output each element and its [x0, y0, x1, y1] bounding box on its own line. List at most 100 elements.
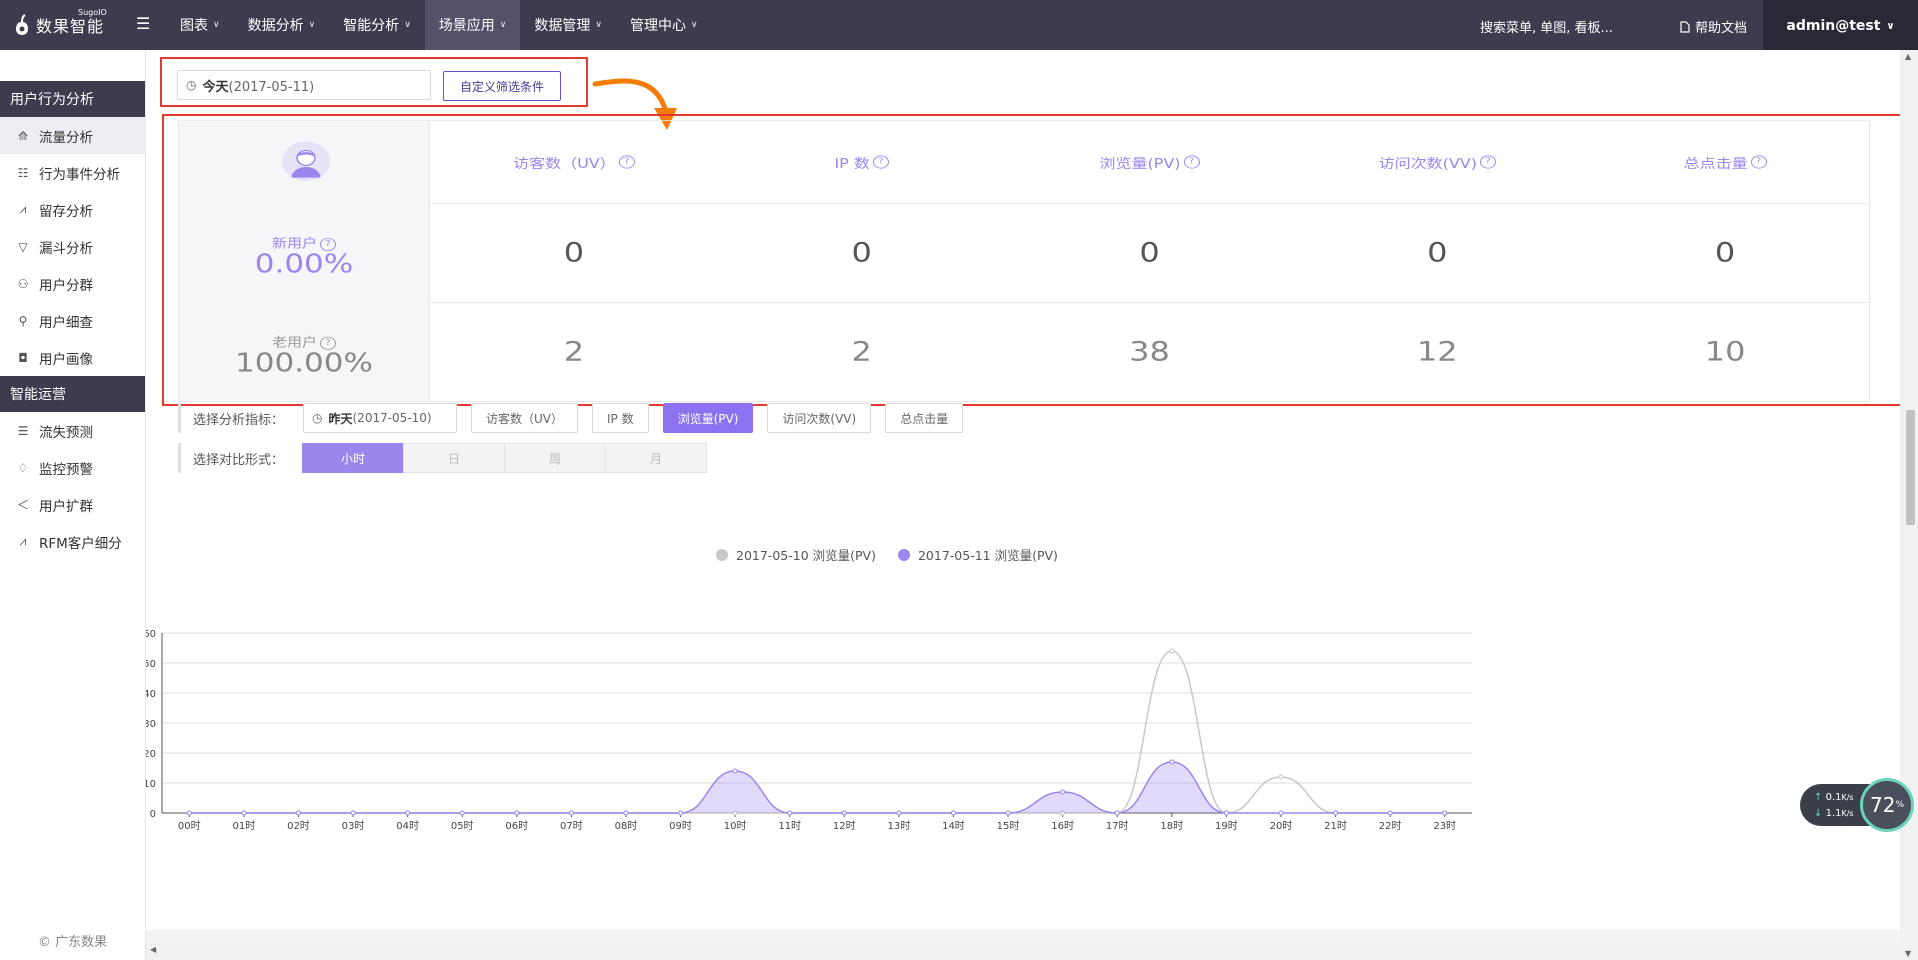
help-docs-link[interactable]: 帮助文档 — [1680, 17, 1747, 36]
chevron-down-icon: ∨ — [308, 20, 316, 30]
data-point — [1278, 774, 1284, 780]
nav-item[interactable]: 管理中心 ∨ — [616, 0, 712, 50]
sidebar-item[interactable]: ☰ 流失预测 — [0, 412, 145, 449]
download-speed: ↓ 1.1K/s — [1814, 808, 1854, 819]
pv-line-chart: 0 10 20 30 40 50 60 00时 01时 02时 03时 04时 05时 06时 07时 08时… — [146, 629, 1472, 832]
x-tick-label: 13时 — [888, 820, 911, 832]
cpu-gauge: 72% — [1860, 778, 1914, 832]
help-icon[interactable]: ? — [1183, 155, 1200, 169]
compare-option[interactable]: 日 — [403, 443, 505, 473]
date-value: (2017-05-11) — [228, 79, 315, 95]
x-tick-label: 14时 — [942, 820, 965, 832]
search-menu-link[interactable]: 搜索菜单, 单图, 看板... — [1480, 17, 1613, 36]
metric-selector-label: 选择分析指标： — [193, 412, 285, 428]
horizontal-scrollbar[interactable]: ◀ — [146, 942, 1900, 960]
scroll-left-icon[interactable]: ◀ — [150, 945, 156, 954]
x-tick-label: 16时 — [1051, 820, 1074, 832]
clock-icon: ◷ — [312, 411, 323, 425]
help-icon[interactable]: ? — [872, 155, 889, 169]
x-tick-label: 03时 — [342, 820, 365, 832]
stat-column-header: 总点击量? — [1581, 121, 1869, 205]
new-user-stat-value: 0 — [1714, 237, 1736, 269]
data-point — [1060, 789, 1066, 795]
sidebar-item[interactable]: ◘ 用户画像 — [0, 339, 145, 376]
sidebar-item[interactable]: ♢ 监控预警 — [0, 449, 145, 486]
menu-toggle-icon[interactable]: ☰ — [136, 14, 150, 33]
retention-icon: ⩘ — [19, 202, 27, 216]
sidebar-item[interactable]: ⚲ 用户细查 — [0, 302, 145, 339]
new-user-percentage: 0.00% — [254, 249, 354, 280]
nav-item[interactable]: 数据管理 ∨ — [520, 0, 616, 50]
data-point — [405, 810, 411, 816]
stat-column-header: IP 数? — [717, 121, 1006, 205]
share-icon: ＜ — [16, 498, 29, 512]
sidebar-item-label: 流量分析 — [39, 129, 93, 146]
metric-button[interactable]: IP 数 — [592, 403, 649, 433]
logo[interactable]: 数果智能 SugoIO — [14, 8, 107, 40]
nav-item[interactable]: 数据分析 ∨ — [234, 0, 330, 50]
old-user-stat-value: 2 — [851, 335, 872, 368]
x-tick-label: 05时 — [451, 820, 474, 832]
sidebar-item[interactable]: ▽ 漏斗分析 — [0, 228, 145, 265]
nav-item-label: 数据管理 — [534, 18, 591, 34]
nav-item-label: 数据分析 — [247, 18, 304, 34]
sidebar-item-label: RFM客户细分 — [39, 535, 122, 552]
new-user-stat-value: 0 — [851, 237, 872, 269]
vertical-scroll-thumb[interactable] — [1906, 410, 1915, 525]
data-point — [1005, 810, 1011, 816]
network-speed-widget[interactable]: ↑ 0.1K/s ↓ 1.1K/s 72% — [1800, 778, 1918, 832]
x-tick-label: 22时 — [1379, 820, 1402, 832]
sidebar-item[interactable]: ⩘ RFM客户细分 — [0, 523, 145, 560]
scroll-down-icon[interactable]: ▼ — [1905, 949, 1911, 958]
y-tick-label: 0 — [150, 809, 156, 820]
nav-item[interactable]: 智能分析 ∨ — [329, 0, 425, 50]
compare-option[interactable]: 月 — [605, 443, 707, 473]
data-point — [459, 810, 465, 816]
metric-button[interactable]: 总点击量 — [885, 403, 964, 433]
nav-item[interactable]: 图表 ∨ — [166, 0, 234, 50]
sidebar-item-label: 漏斗分析 — [39, 240, 93, 257]
scroll-up-icon[interactable]: ▲ — [1905, 52, 1911, 61]
stats-grid: 访客数（UV）? 0 2 IP 数? 0 2 浏览量(PV)? 0 38 访问次数(VV)? 0 12… — [430, 121, 1869, 401]
sidebar-item[interactable]: ⟰ 流量分析 — [0, 117, 145, 154]
sidebar-item-label: 行为事件分析 — [39, 166, 120, 183]
nav-item-label: 管理中心 — [629, 18, 686, 34]
upload-speed: ↑ 0.1K/s — [1814, 792, 1854, 803]
metric-button[interactable]: 访客数（UV） — [471, 403, 578, 433]
sidebar-item[interactable]: ＜ 用户扩群 — [0, 486, 145, 523]
custom-filter-button[interactable]: 自定义筛选条件 — [443, 71, 561, 101]
group-icon: ⚇ — [17, 276, 29, 291]
date-picker[interactable]: ◷ 今天(2017-05-11) — [177, 70, 431, 100]
sidebar-item[interactable]: ⚇ 用户分群 — [0, 265, 145, 302]
metric-button[interactable]: 浏览量(PV) — [662, 403, 754, 433]
help-icon[interactable]: ? — [1750, 155, 1767, 169]
data-point — [678, 810, 684, 816]
compare-date-picker[interactable]: ◷ 昨天 (2017-05-10) — [303, 403, 457, 433]
x-tick-label: 17时 — [1106, 820, 1129, 832]
data-point — [787, 810, 793, 816]
logo-subtext: SugoIO — [78, 8, 107, 17]
new-user-stat-value: 0 — [1139, 237, 1160, 269]
sidebar-item-label: 留存分析 — [39, 203, 93, 220]
sidebar-item[interactable]: ⩘ 留存分析 — [0, 191, 145, 228]
metric-button[interactable]: 访问次数(VV) — [767, 403, 872, 433]
sidebar-item[interactable]: ☷ 行为事件分析 — [0, 154, 145, 191]
compare-option[interactable]: 小时 — [302, 443, 404, 473]
data-point — [896, 810, 902, 816]
search-icon: ⚲ — [18, 313, 28, 328]
nav-item[interactable]: 场景应用 ∨ — [424, 0, 521, 50]
x-tick-label: 20时 — [1270, 820, 1293, 832]
data-point — [568, 810, 574, 816]
help-icon[interactable]: ? — [618, 155, 635, 169]
logo-icon — [16, 14, 28, 35]
help-icon[interactable]: ? — [1479, 155, 1496, 169]
sidebar-group-header: 智能运营 — [0, 376, 145, 412]
data-point — [1387, 810, 1393, 816]
compare-option[interactable]: 周 — [504, 443, 606, 473]
data-point — [350, 810, 356, 816]
data-point — [186, 810, 192, 816]
user-menu[interactable]: admin@test ∨ — [1763, 0, 1918, 52]
data-point — [1278, 810, 1284, 816]
old-user-stat-value: 10 — [1704, 335, 1746, 368]
top-navbar: 数果智能 SugoIO ☰ 图表 ∨ 数据分析 ∨ 智能分析 ∨ 场景应用 ∨ 数据管理 ∨ 管理中… — [0, 0, 1918, 52]
